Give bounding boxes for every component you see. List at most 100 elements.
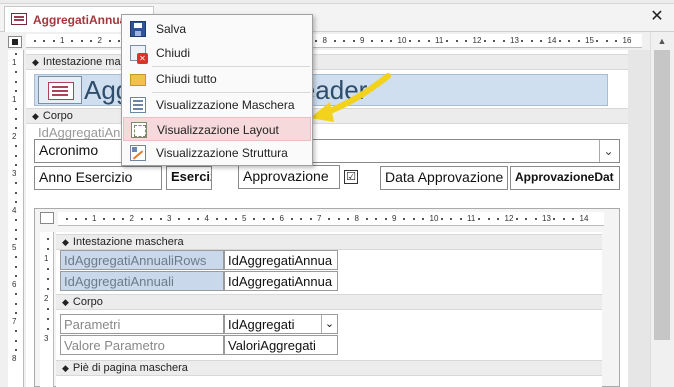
- ruler-tick: [71, 40, 74, 42]
- scroll-up-icon[interactable]: ▲: [654, 34, 670, 48]
- ruler-tick: [47, 288, 49, 290]
- subform-selector[interactable]: [40, 212, 54, 224]
- ruler-number: 8: [322, 36, 327, 45]
- subform-section-bar-body[interactable]: ◆ Corpo: [56, 294, 602, 310]
- menu-item-visualizzazione-struttura[interactable]: Visualizzazione Struttura: [123, 141, 311, 165]
- subform-header-label-1[interactable]: IdAggregatiAnnuali: [60, 271, 224, 291]
- annotation-arrow-icon: [310, 73, 391, 122]
- esercizio-textbox[interactable]: Esercizio: [166, 166, 212, 190]
- form-view-icon: [130, 97, 146, 113]
- data-approvazione-label[interactable]: Data Approvazione: [380, 166, 508, 190]
- ruler-number: 9: [360, 36, 365, 45]
- ruler-tick: [15, 71, 17, 74]
- ruler-tick: [422, 218, 425, 220]
- ruler-tick: [15, 145, 17, 148]
- ruler-tick: [150, 218, 153, 220]
- context-menu: Salva Chiudi Chiudi tutto Visualizzazion…: [121, 14, 313, 166]
- ruler-tick: [122, 218, 125, 220]
- menu-item-visualizzazione-layout[interactable]: Visualizzazione Layout: [123, 117, 311, 141]
- subform-section-bar-header[interactable]: ◆ Intestazione maschera: [56, 234, 602, 250]
- layout-view-icon: [131, 122, 147, 138]
- subform-header-label: Intestazione maschera: [72, 236, 184, 248]
- ruler-tick: [43, 40, 46, 42]
- ruler-tick: [15, 219, 17, 222]
- ruler-number: 13: [542, 214, 551, 223]
- subform-vertical-ruler[interactable]: 1 2 3: [40, 232, 54, 387]
- close-document-button[interactable]: ✕: [648, 8, 666, 26]
- ruler-tick: [403, 218, 406, 220]
- horizontal-ruler[interactable]: 12345678910111213141516: [26, 34, 642, 48]
- section-bar-header[interactable]: ◆ Intestazione ma: [26, 54, 628, 70]
- save-icon: [130, 21, 146, 37]
- ruler-tick: [615, 40, 618, 42]
- ruler-tick: [15, 191, 17, 194]
- ruler-number: 8: [12, 354, 17, 363]
- vertical-ruler[interactable]: 1 1 2 3 4 5 6 7 8: [8, 50, 24, 387]
- ruler-tick: [390, 40, 393, 42]
- ruler-tick: [568, 40, 571, 42]
- ruler-tick: [187, 218, 190, 220]
- ruler-number: 12: [472, 36, 482, 45]
- acronimo-label: Acronimo: [39, 142, 99, 158]
- ruler-tick: [178, 218, 181, 220]
- ruler-number: 14: [547, 36, 557, 45]
- ruler-tick: [159, 218, 162, 220]
- menu-item-salva[interactable]: Salva: [123, 17, 311, 41]
- subform-body-label-1[interactable]: Valore Parametro: [60, 335, 224, 355]
- ruler-tick: [478, 218, 481, 220]
- ruler-tick: [562, 218, 565, 220]
- ruler-tick: [15, 339, 17, 342]
- chevron-down-icon[interactable]: ⌄: [321, 315, 337, 333]
- ruler-number: 1: [12, 58, 17, 67]
- ruler-tick: [465, 40, 468, 42]
- parametri-combo[interactable]: IdAggregati ⌄: [224, 314, 338, 334]
- anno-esercizio-label[interactable]: Anno Esercizio: [34, 166, 162, 190]
- form-logo-icon[interactable]: [38, 76, 82, 104]
- ruler-number: 1: [92, 214, 97, 223]
- scrollbar-thumb[interactable]: [654, 50, 670, 340]
- close-icon: [130, 45, 148, 64]
- ruler-tick: [459, 218, 462, 220]
- approvazione-label[interactable]: Approvazione: [238, 165, 340, 189]
- subform-header-field-1[interactable]: IdAggregatiAnnua: [224, 271, 338, 291]
- ruler-tick: [15, 302, 17, 305]
- ruler-number: 4: [12, 206, 17, 215]
- ruler-tick: [47, 278, 49, 280]
- ruler-tick: [384, 218, 387, 220]
- subform-section-bar-footer[interactable]: ◆ Piè di pagina maschera: [56, 360, 602, 376]
- menu-item-chiudi[interactable]: Chiudi: [123, 41, 311, 65]
- ruler-tick: [253, 218, 256, 220]
- menu-item-label: Visualizzazione Struttura: [156, 146, 288, 160]
- ruler-tick: [553, 218, 556, 220]
- menu-item-label: Visualizzazione Maschera: [156, 98, 295, 112]
- form-outside-area: [628, 50, 650, 387]
- design-view-icon: [130, 145, 146, 161]
- ruler-number: 5: [242, 214, 247, 223]
- ruler-number: 15: [585, 36, 594, 45]
- ruler-number: 12: [504, 214, 514, 223]
- ruler-tick: [15, 348, 17, 351]
- subform-body-label-0[interactable]: Parametri: [60, 314, 224, 334]
- data-approvazione-textbox[interactable]: ApprovazioneDat: [510, 166, 620, 190]
- menu-item-chiudi-tutto[interactable]: Chiudi tutto: [123, 67, 311, 91]
- section-arrow-icon: ◆: [32, 111, 39, 121]
- ruler-tick: [15, 311, 17, 314]
- subform-header-field-0[interactable]: IdAggregatiAnnua: [224, 250, 338, 270]
- ruler-tick: [380, 40, 383, 42]
- subform-horizontal-ruler[interactable]: 1 2 3 4 5 6 7 8 9 10 11 12 13 14: [58, 212, 604, 226]
- ruler-tick: [427, 40, 430, 42]
- ruler-tick: [577, 40, 580, 42]
- chevron-down-icon[interactable]: ⌄: [599, 140, 617, 162]
- menu-item-visualizzazione-maschera[interactable]: Visualizzazione Maschera: [123, 93, 311, 117]
- ruler-tick: [225, 218, 228, 220]
- ruler-tick: [47, 248, 49, 250]
- subform-body-field-1[interactable]: ValoriAggregati: [224, 335, 338, 355]
- ruler-tick: [15, 163, 17, 166]
- ruler-number: 10: [429, 214, 439, 223]
- subform-header-label-0[interactable]: IdAggregatiAnnualiRows: [60, 250, 224, 270]
- ruler-tick: [365, 218, 368, 220]
- ruler-tick: [15, 265, 17, 268]
- form-selector[interactable]: [8, 36, 22, 48]
- approvazione-checkbox[interactable]: ☑: [344, 170, 358, 184]
- ruler-tick: [418, 40, 421, 42]
